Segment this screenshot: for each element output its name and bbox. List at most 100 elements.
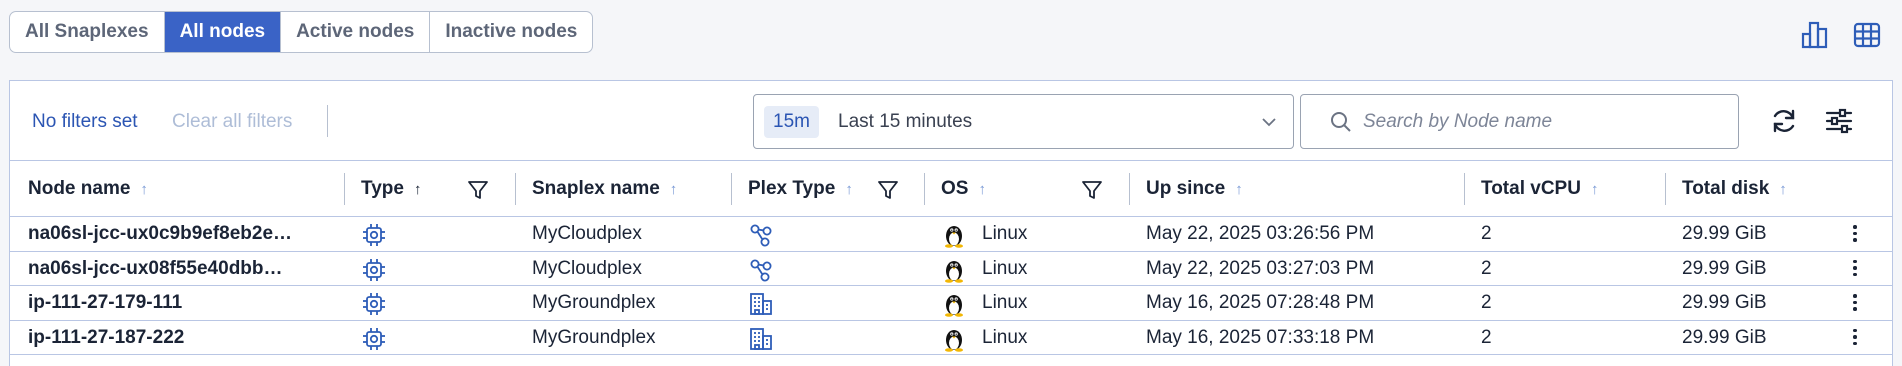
total-disk-cell: 29.99 GiB: [1682, 257, 1767, 279]
filter-status: No filters set: [32, 111, 138, 132]
row-menu-icon[interactable]: [1852, 294, 1858, 312]
sort-arrow-icon: ↑: [1235, 180, 1243, 198]
total-vcpu-cell: 2: [1481, 223, 1492, 244]
table-row[interactable]: ip-111-27-187-222 MyGroundplex Linux May…: [10, 321, 1892, 355]
snaplex-name-cell: MyCloudplex: [532, 257, 642, 279]
table-body: na06sl-jcc-ux0c9b9ef8eb2e… MyCloudplex L…: [10, 217, 1892, 355]
tab-active-nodes[interactable]: Active nodes: [281, 12, 431, 52]
col-up-since-label: Up since: [1146, 178, 1226, 199]
table-row[interactable]: na06sl-jcc-ux08f55e40dbb… MyCloudplex Li…: [10, 252, 1892, 286]
col-node-name[interactable]: Node name ↑: [28, 161, 148, 217]
bar-chart-icon[interactable]: [1800, 20, 1830, 50]
table-grid-icon[interactable]: [1852, 20, 1882, 50]
total-vcpu-cell: 2: [1481, 257, 1492, 279]
column-divider: [344, 173, 345, 205]
up-since-cell: May 22, 2025 03:26:56 PM: [1146, 223, 1375, 244]
col-total-vcpu-label: Total vCPU: [1481, 178, 1581, 199]
chevron-down-icon: [1262, 118, 1276, 127]
settings-sliders-icon[interactable]: [1823, 105, 1855, 137]
col-type-label: Type: [361, 178, 404, 199]
snaplex-name-cell: MyGroundplex: [532, 326, 656, 348]
table-row[interactable]: ip-111-27-179-111 MyGroundplex Linux May…: [10, 286, 1892, 321]
linux-icon: [945, 329, 963, 352]
filter-funnel-icon[interactable]: [1080, 178, 1104, 202]
groundplex-icon: [748, 291, 774, 317]
linux-icon: [945, 226, 963, 248]
up-since-cell: May 16, 2025 07:28:48 PM: [1146, 292, 1375, 313]
total-vcpu-cell: 2: [1481, 292, 1492, 313]
clear-filters-link[interactable]: Clear all filters: [172, 111, 292, 133]
time-range-chip: 15m: [764, 106, 819, 138]
total-disk-cell: 29.99 GiB: [1682, 223, 1767, 244]
total-disk-cell: 29.99 GiB: [1682, 292, 1767, 313]
snaplex-name-cell: MyGroundplex: [532, 292, 656, 313]
sort-arrow-icon: ↑: [845, 180, 853, 198]
col-snaplex-name[interactable]: Snaplex name ↑: [532, 161, 677, 217]
row-menu-icon[interactable]: [1852, 259, 1858, 278]
time-range-select[interactable]: 15m Last 15 minutes: [753, 94, 1294, 149]
sort-arrow-icon: ↑: [413, 180, 422, 198]
total-vcpu-cell: 2: [1481, 326, 1492, 348]
os-cell: Linux: [982, 257, 1028, 279]
sort-arrow-icon: ↑: [1590, 180, 1599, 198]
row-menu-icon[interactable]: [1852, 225, 1858, 243]
nodes-panel: No filters set Clear all filters 15m Las…: [9, 80, 1893, 366]
col-total-disk[interactable]: Total disk ↑: [1682, 161, 1787, 217]
filter-funnel-icon[interactable]: [876, 178, 900, 202]
sort-arrow-icon: ↑: [978, 180, 986, 198]
up-since-cell: May 16, 2025 07:33:18 PM: [1146, 326, 1375, 348]
sort-arrow-icon: ↑: [1779, 180, 1787, 198]
search-icon: [1331, 112, 1351, 132]
table-row[interactable]: na06sl-jcc-ux0c9b9ef8eb2e… MyCloudplex L…: [10, 217, 1892, 252]
total-disk-cell: 29.99 GiB: [1682, 326, 1767, 348]
time-range-label: Last 15 minutes: [838, 111, 973, 132]
col-total-disk-label: Total disk: [1682, 178, 1770, 199]
search-input[interactable]: [1363, 103, 1723, 141]
groundplex-icon: [748, 326, 774, 352]
row-menu-icon[interactable]: [1852, 328, 1858, 347]
filter-bar: No filters set Clear all filters 15m Las…: [10, 81, 1892, 161]
node-name-cell[interactable]: na06sl-jcc-ux08f55e40dbb…: [28, 252, 283, 286]
col-os-label: OS: [941, 178, 969, 199]
col-up-since[interactable]: Up since ↑: [1146, 161, 1243, 217]
cpu-chip-icon: [363, 327, 385, 350]
linux-icon: [945, 260, 963, 283]
col-node-name-label: Node name: [28, 178, 131, 199]
os-cell: Linux: [982, 292, 1028, 313]
tab-all-snaplexes[interactable]: All Snaplexes: [10, 12, 165, 52]
column-divider: [924, 173, 925, 205]
divider: [327, 105, 328, 137]
column-divider: [515, 173, 516, 205]
table-header: Node name ↑ Type ↑ Snaplex name ↑ Plex T…: [10, 161, 1892, 217]
node-name-cell[interactable]: na06sl-jcc-ux0c9b9ef8eb2e…: [28, 217, 292, 251]
cloudplex-icon: [748, 257, 774, 283]
filter-funnel-icon[interactable]: [466, 178, 490, 202]
cpu-chip-icon: [363, 224, 385, 246]
col-total-vcpu[interactable]: Total vCPU ↑: [1481, 161, 1598, 217]
node-name-cell[interactable]: ip-111-27-187-222: [28, 321, 184, 355]
sort-arrow-icon: ↑: [140, 180, 148, 198]
sort-arrow-icon: ↑: [669, 180, 678, 198]
cpu-chip-icon: [363, 293, 385, 315]
search-box: [1300, 94, 1739, 149]
snaplex-name-cell: MyCloudplex: [532, 223, 642, 244]
cloudplex-icon: [748, 222, 774, 248]
col-type[interactable]: Type ↑: [361, 161, 421, 217]
refresh-icon[interactable]: [1768, 105, 1800, 137]
node-name-cell[interactable]: ip-111-27-179-111: [28, 286, 182, 320]
cpu-chip-icon: [363, 258, 385, 281]
column-divider: [731, 173, 732, 205]
tab-all-nodes[interactable]: All nodes: [164, 12, 282, 52]
col-plex-type-label: Plex Type: [748, 178, 836, 199]
node-view-tabs: All Snaplexes All nodes Active nodes Ina…: [9, 11, 594, 53]
col-snaplex-name-label: Snaplex name: [532, 178, 660, 199]
column-divider: [1464, 173, 1465, 205]
linux-icon: [945, 295, 963, 317]
col-os[interactable]: OS ↑: [941, 161, 986, 217]
column-divider: [1665, 173, 1666, 205]
os-cell: Linux: [982, 223, 1028, 244]
col-plex-type[interactable]: Plex Type ↑: [748, 161, 853, 217]
os-cell: Linux: [982, 326, 1028, 348]
column-divider: [1129, 173, 1130, 205]
tab-inactive-nodes[interactable]: Inactive nodes: [430, 12, 592, 52]
